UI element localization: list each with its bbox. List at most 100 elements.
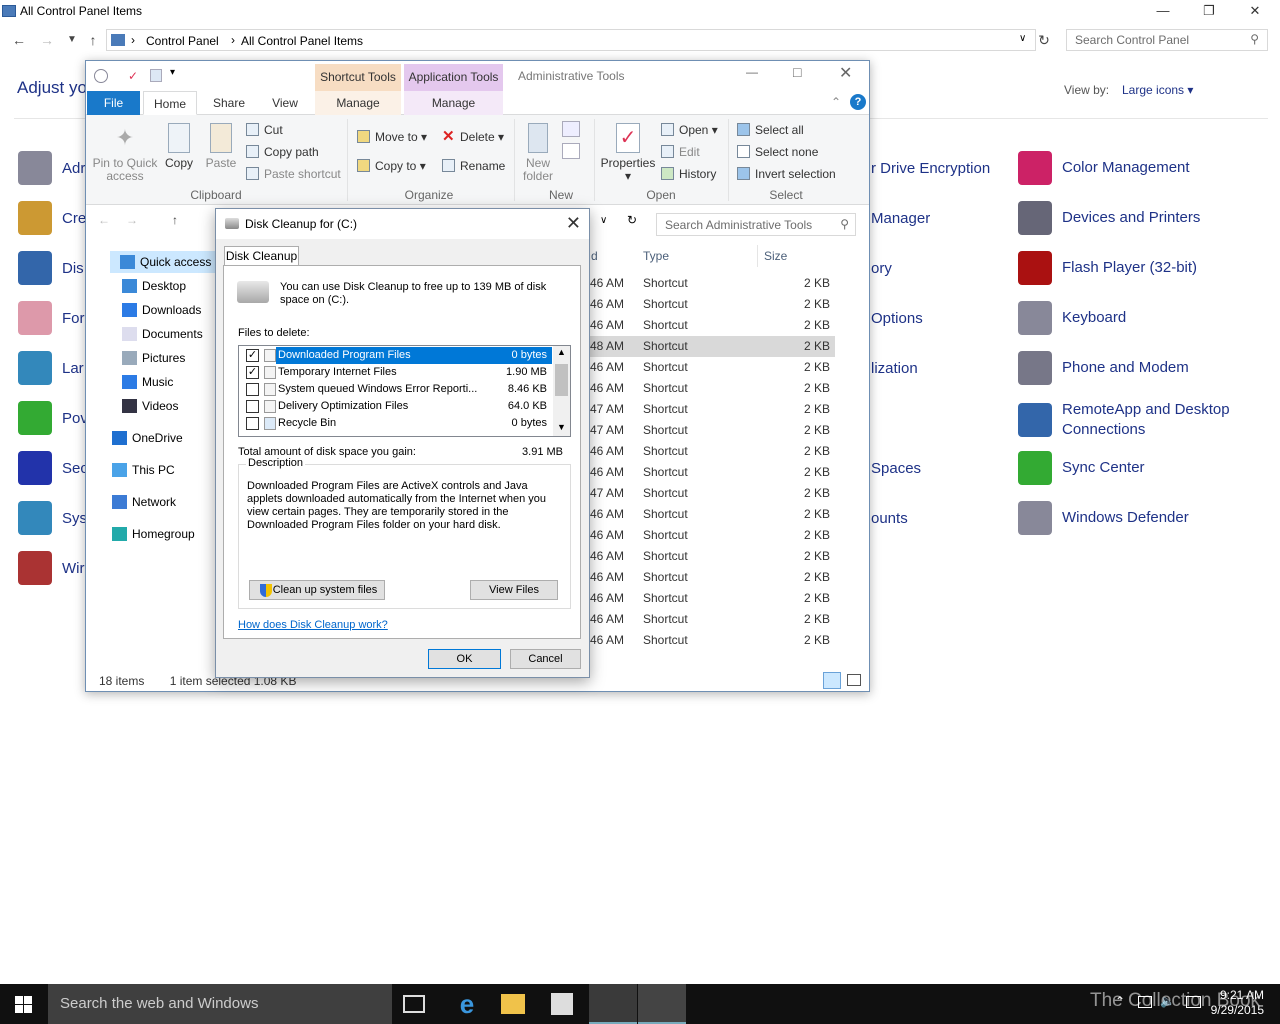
- control-panel-item[interactable]: Adr: [18, 148, 85, 188]
- disk-cleanup-taskbar-icon[interactable]: [638, 984, 686, 1024]
- table-row[interactable]: 46 AM Shortcut 2 KB: [590, 462, 835, 483]
- copy-to-button[interactable]: Copy to ▾: [357, 156, 426, 176]
- rename-button[interactable]: Rename: [442, 156, 505, 176]
- files-list[interactable]: ▲ ▼ ✓ Downloaded Program Files 0 bytes ✓ Tem…: [238, 345, 571, 437]
- refresh-button[interactable]: ↻: [627, 213, 637, 227]
- scroll-down-icon[interactable]: ▼: [557, 422, 566, 432]
- clock[interactable]: 9:21 AM 9/29/2015: [1211, 988, 1264, 1018]
- tab-manage-application[interactable]: Manage: [404, 91, 503, 115]
- control-panel-item[interactable]: Pov: [18, 398, 88, 438]
- table-row[interactable]: 46 AM Shortcut 2 KB: [590, 630, 835, 651]
- store-icon[interactable]: [551, 993, 573, 1015]
- maximize-button[interactable]: □: [793, 64, 801, 80]
- table-row[interactable]: 46 AM Shortcut 2 KB: [590, 273, 835, 294]
- checkbox[interactable]: [246, 400, 259, 413]
- minimize-button[interactable]: —: [746, 65, 758, 79]
- scrollbar[interactable]: ▲ ▼: [553, 346, 570, 436]
- column-type[interactable]: Type: [643, 249, 669, 263]
- collapse-ribbon-icon[interactable]: ⌃: [831, 95, 841, 109]
- move-to-button[interactable]: Move to ▾: [357, 127, 427, 147]
- checkmark-quick-icon[interactable]: ✓: [128, 69, 138, 83]
- properties-quick-icon[interactable]: [94, 69, 108, 83]
- breadcrumb-all-items[interactable]: All Control Panel Items: [241, 34, 363, 48]
- close-button[interactable]: ✕: [839, 63, 852, 83]
- nav-item[interactable]: Pictures: [120, 347, 185, 369]
- close-icon[interactable]: ✕: [566, 213, 581, 233]
- column-size[interactable]: Size: [764, 249, 787, 263]
- large-icons-view-button[interactable]: [847, 674, 861, 686]
- volume-icon[interactable]: 🔈: [1160, 994, 1175, 1008]
- table-row[interactable]: 46 AM Shortcut 2 KB: [590, 357, 835, 378]
- forward-button[interactable]: →: [37, 30, 57, 50]
- control-panel-item[interactable]: Keyboard: [1018, 298, 1268, 338]
- action-center-icon[interactable]: [1186, 996, 1201, 1008]
- nav-item[interactable]: Downloads: [120, 299, 201, 321]
- control-panel-item[interactable]: Phone and Modem: [1018, 348, 1268, 388]
- customize-quick-icon[interactable]: ▾: [170, 67, 175, 78]
- up-button[interactable]: ↑: [83, 30, 103, 50]
- control-panel-item[interactable]: ory: [871, 248, 892, 288]
- table-row[interactable]: 46 AM Shortcut 2 KB: [590, 567, 835, 588]
- history-button[interactable]: History: [661, 164, 716, 184]
- table-row[interactable]: 46 AM Shortcut 2 KB: [590, 315, 835, 336]
- control-panel-item[interactable]: Windows Defender: [1018, 498, 1268, 538]
- nav-item[interactable]: Videos: [120, 395, 178, 417]
- tab-file[interactable]: File: [87, 91, 140, 115]
- table-row[interactable]: 46 AM Shortcut 2 KB: [590, 441, 835, 462]
- view-files-button[interactable]: View Files: [470, 580, 558, 600]
- tab-share[interactable]: Share: [204, 91, 254, 115]
- file-explorer-icon[interactable]: [501, 994, 525, 1014]
- taskbar-search-input[interactable]: Search the web and Windows: [48, 984, 392, 1024]
- control-panel-item[interactable]: Dis: [18, 248, 84, 288]
- file-list-item[interactable]: Recycle Bin 0 bytes: [240, 415, 552, 432]
- select-all-button[interactable]: Select all: [737, 120, 804, 140]
- refresh-button[interactable]: ↻: [1034, 30, 1054, 50]
- table-row[interactable]: 46 AM Shortcut 2 KB: [590, 588, 835, 609]
- control-panel-item[interactable]: Options: [871, 298, 923, 338]
- new-folder-quick-icon[interactable]: [150, 69, 162, 82]
- open-button[interactable]: Open ▾: [661, 120, 718, 140]
- control-panel-item[interactable]: Color Management: [1018, 148, 1268, 188]
- up-button[interactable]: ↑: [172, 213, 178, 227]
- control-panel-item[interactable]: Flash Player (32-bit): [1018, 248, 1268, 288]
- tab-view[interactable]: View: [260, 91, 310, 115]
- edit-button[interactable]: Edit: [661, 142, 700, 162]
- clean-up-system-files-button[interactable]: Clean up system files: [249, 580, 385, 600]
- checkbox[interactable]: [246, 383, 259, 396]
- search-input[interactable]: Search Administrative Tools ⚲: [656, 213, 856, 236]
- delete-button[interactable]: ✕ Delete ▾: [442, 127, 504, 147]
- ok-button[interactable]: OK: [428, 649, 501, 669]
- control-panel-item[interactable]: Lar: [18, 348, 84, 388]
- table-row[interactable]: 46 AM Shortcut 2 KB: [590, 294, 835, 315]
- control-panel-item[interactable]: Sync Center: [1018, 448, 1268, 488]
- edge-icon[interactable]: e: [453, 990, 481, 1018]
- new-folder-button[interactable]: New folder: [520, 123, 556, 183]
- control-panel-item[interactable]: Devices and Printers: [1018, 198, 1268, 238]
- nav-item[interactable]: Homegroup: [110, 523, 195, 545]
- control-panel-item[interactable]: Spaces: [871, 448, 921, 488]
- new-item-icon[interactable]: [562, 121, 580, 137]
- tab-disk-cleanup[interactable]: Disk Cleanup: [224, 246, 299, 266]
- invert-selection-button[interactable]: Invert selection: [737, 164, 836, 184]
- table-row[interactable]: 46 AM Shortcut 2 KB: [590, 609, 835, 630]
- control-panel-item[interactable]: r Drive Encryption: [871, 148, 990, 188]
- nav-item[interactable]: Network: [110, 491, 176, 513]
- help-link[interactable]: How does Disk Cleanup work?: [238, 619, 388, 631]
- forward-button[interactable]: →: [126, 213, 138, 227]
- control-panel-item[interactable]: ounts: [871, 498, 908, 538]
- nav-item[interactable]: Documents: [120, 323, 203, 345]
- control-panel-item[interactable]: For: [18, 298, 85, 338]
- view-by-dropdown[interactable]: Large icons ▾: [1122, 83, 1193, 97]
- task-view-icon[interactable]: [403, 995, 425, 1013]
- application-tools-tab[interactable]: Application Tools: [404, 64, 503, 91]
- table-row[interactable]: 47 AM Shortcut 2 KB: [590, 399, 835, 420]
- table-row[interactable]: 48 AM Shortcut 2 KB: [590, 336, 835, 357]
- back-button[interactable]: ←: [98, 213, 110, 227]
- cut-button[interactable]: Cut: [246, 120, 283, 140]
- pin-quick-access-button[interactable]: ✦ Pin to Quick access: [90, 123, 160, 183]
- back-button[interactable]: ←: [9, 30, 29, 50]
- start-windows-icon[interactable]: [15, 996, 32, 1013]
- copy-path-button[interactable]: Copy path: [246, 142, 319, 162]
- control-panel-item[interactable]: Wir: [18, 548, 85, 588]
- table-row[interactable]: 46 AM Shortcut 2 KB: [590, 378, 835, 399]
